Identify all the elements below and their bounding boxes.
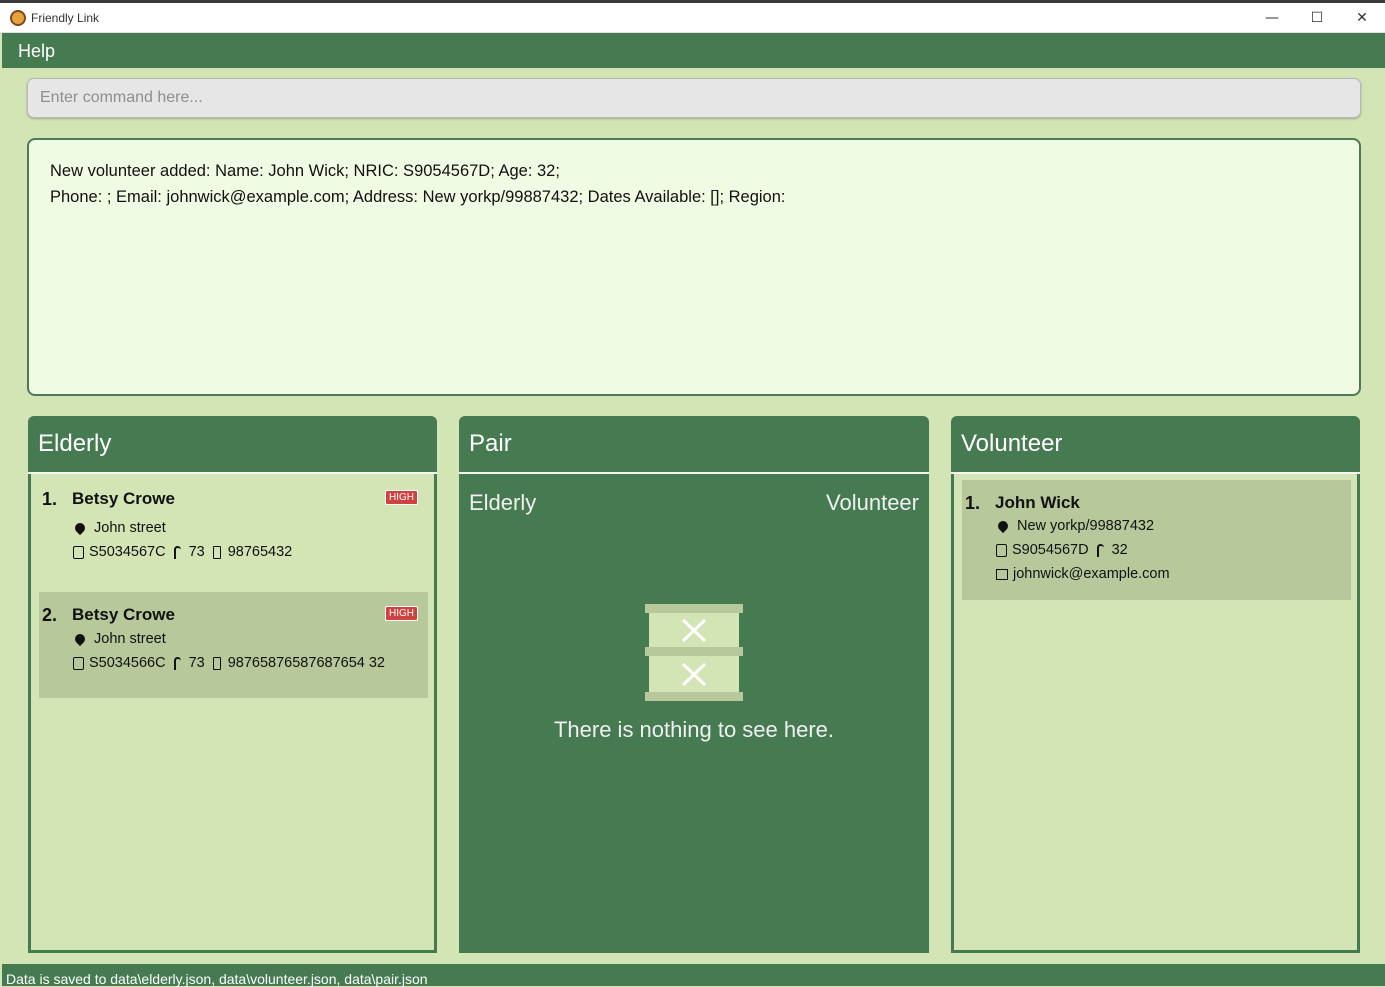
address-row: John street bbox=[72, 631, 166, 647]
elderly-address: John street bbox=[94, 631, 166, 647]
status-text: Data is saved to data\elderly.json, data… bbox=[6, 971, 428, 987]
email-icon bbox=[996, 568, 1008, 580]
empty-message: There is nothing to see here. bbox=[553, 717, 835, 742]
pair-list[interactable]: Elderly Volunteer There is nothing to se… bbox=[459, 474, 929, 953]
location-pin-icon bbox=[995, 518, 1011, 534]
elderly-panel-title: Elderly bbox=[38, 430, 112, 457]
id-card-icon bbox=[996, 543, 1007, 557]
status-bar: Data is saved to data\elderly.json, data… bbox=[2, 964, 1385, 987]
elderly-card[interactable]: 1. Betsy Crowe HIGH John street S5034567… bbox=[39, 476, 428, 582]
risk-badge: HIGH bbox=[385, 606, 418, 621]
elderly-nric: S5034567C bbox=[89, 544, 166, 560]
volunteer-panel-title: Volunteer bbox=[961, 430, 1063, 457]
elderly-card[interactable]: 2. Betsy Crowe HIGH John street S5034566… bbox=[39, 592, 428, 698]
details-row: S5034567C 73 98765432 bbox=[73, 544, 292, 560]
pair-column-elderly: Elderly bbox=[469, 490, 537, 515]
pair-column-volunteer: Volunteer bbox=[826, 490, 919, 515]
result-display: New volunteer added: Name: John Wick; NR… bbox=[27, 138, 1361, 396]
details-row: S9054567D 32 bbox=[996, 542, 1128, 558]
elderly-phone: 98765432 bbox=[227, 544, 293, 560]
elderly-list[interactable]: 1. Betsy Crowe HIGH John street S5034567… bbox=[28, 474, 437, 953]
menu-bar: Help bbox=[2, 33, 1385, 68]
card-index: 1. bbox=[965, 493, 981, 513]
elderly-age: 73 bbox=[188, 544, 205, 560]
details-row: S5034566C 73 98765876587687654 32 bbox=[73, 655, 385, 671]
empty-box-icon bbox=[645, 604, 743, 701]
volunteer-address: New yorkp/99887432 bbox=[1017, 518, 1155, 534]
volunteer-email: johnwick@example.com bbox=[1013, 566, 1170, 582]
volunteer-age: 32 bbox=[1111, 542, 1128, 558]
app-window: Friendly Link — ☐ ✕ Help New volunteer a… bbox=[0, 0, 1385, 987]
elderly-address: John street bbox=[94, 520, 166, 536]
command-box bbox=[27, 78, 1361, 118]
volunteer-name: John Wick bbox=[995, 493, 1080, 512]
elderly-phone: 98765876587687654 32 bbox=[227, 655, 385, 671]
location-pin-icon bbox=[72, 520, 88, 536]
elderly-name: Betsy Crowe bbox=[72, 489, 175, 508]
elderly-name: Betsy Crowe bbox=[72, 605, 175, 624]
volunteer-card[interactable]: 1. John Wick New yorkp/99887432 S9054567… bbox=[962, 480, 1351, 600]
elderly-nric: S5034566C bbox=[89, 655, 166, 671]
volunteer-panel-header: Volunteer bbox=[951, 416, 1360, 472]
command-input[interactable] bbox=[28, 79, 1360, 117]
card-index: 1. bbox=[42, 489, 58, 509]
pair-panel-title: Pair bbox=[469, 430, 512, 457]
email-row: johnwick@example.com bbox=[996, 566, 1170, 582]
volunteer-list[interactable]: 1. John Wick New yorkp/99887432 S9054567… bbox=[951, 474, 1360, 953]
person-age-icon bbox=[173, 656, 181, 670]
address-row: New yorkp/99887432 bbox=[995, 518, 1155, 534]
minimize-button[interactable]: — bbox=[1249, 3, 1295, 33]
phone-icon bbox=[212, 545, 221, 559]
volunteer-nric: S9054567D bbox=[1012, 542, 1089, 558]
elderly-panel-header: Elderly bbox=[28, 416, 437, 472]
id-card-icon bbox=[73, 656, 84, 670]
elderly-panel: Elderly 1. Betsy Crowe HIGH John street … bbox=[28, 416, 437, 953]
volunteer-panel: Volunteer 1. John Wick New yorkp/9988743… bbox=[951, 416, 1360, 953]
elderly-age: 73 bbox=[188, 655, 205, 671]
id-card-icon bbox=[73, 545, 84, 559]
maximize-button[interactable]: ☐ bbox=[1294, 3, 1340, 33]
phone-icon bbox=[212, 656, 221, 670]
result-line-1: New volunteer added: Name: John Wick; NR… bbox=[50, 162, 560, 180]
risk-badge: HIGH bbox=[385, 490, 418, 505]
result-line-2: Phone: ; Email: johnwick@example.com; Ad… bbox=[50, 188, 786, 206]
card-index: 2. bbox=[42, 605, 58, 625]
person-age-icon bbox=[1096, 543, 1104, 557]
pair-panel-header: Pair bbox=[459, 416, 929, 472]
close-button[interactable]: ✕ bbox=[1339, 3, 1385, 33]
window-title: Friendly Link bbox=[31, 11, 100, 25]
title-bar: Friendly Link — ☐ ✕ bbox=[0, 3, 1385, 33]
address-row: John street bbox=[72, 520, 166, 536]
app-logo-icon bbox=[10, 10, 26, 26]
menu-help[interactable]: Help bbox=[18, 41, 55, 62]
person-age-icon bbox=[173, 545, 181, 559]
location-pin-icon bbox=[72, 631, 88, 647]
